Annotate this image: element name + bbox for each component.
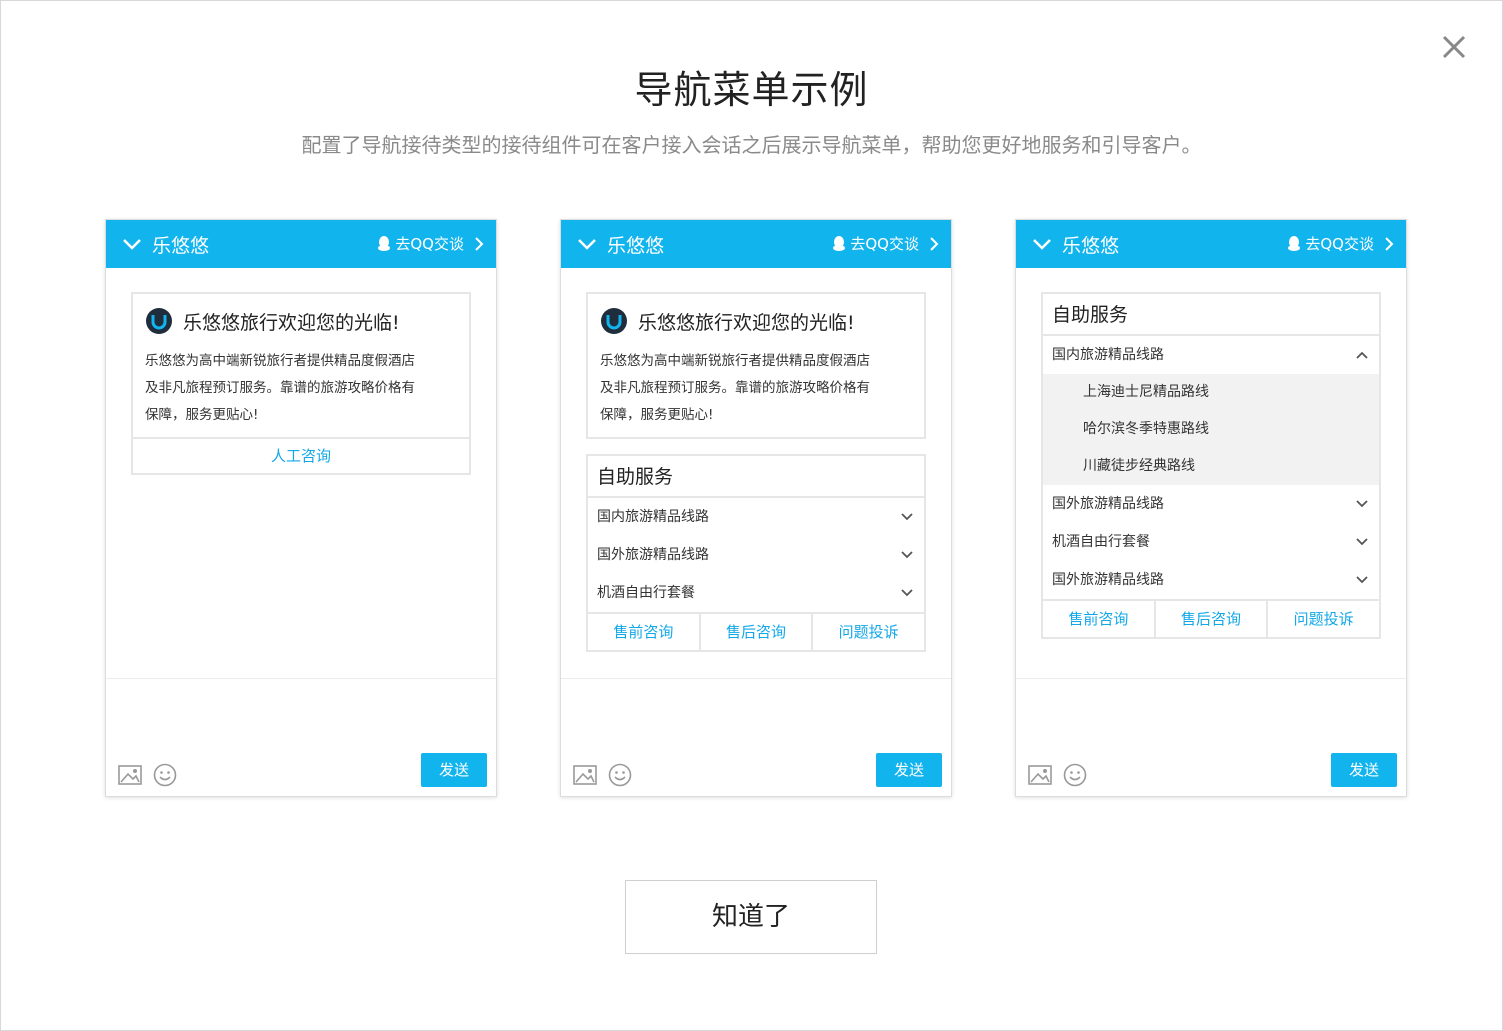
chevron-right-icon [1385,236,1394,251]
qq-icon [378,235,391,251]
chat-header: 乐悠悠 去QQ交谈 [106,220,496,268]
qq-chat-label: 去QQ交谈 [395,235,464,253]
welcome-body-line: 乐悠悠为高中端新锐旅行者提供精品度假酒店 [600,353,870,369]
welcome-title: 乐悠悠旅行欢迎您的光临! [183,311,400,334]
menu-item[interactable]: 机酒自由行套餐 [1043,523,1379,561]
image-icon[interactable] [1028,765,1052,785]
welcome-card: 乐悠悠旅行欢迎您的光临! 乐悠悠为高中端新锐旅行者提供精品度假酒店 及非凡旅程预… [131,292,471,475]
chevron-right-icon [475,236,484,251]
welcome-body-line: 及非凡旅程预订服务。靠谱的旅游攻略价格有 [145,380,415,396]
message-input-area[interactable]: 发送 [1016,678,1406,796]
chevron-down-icon[interactable] [1032,236,1052,252]
navigation-menu-example-dialog: 导航菜单示例 配置了导航接待类型的接待组件可在客户接入会话之后展示导航菜单，帮助… [0,0,1503,1031]
welcome-card: 乐悠悠旅行欢迎您的光临! 乐悠悠为高中端新锐旅行者提供精品度假酒店 及非凡旅程预… [586,292,926,439]
chat-preview-3: 乐悠悠 去QQ交谈 自助服务 国内旅游精品线路 上海迪士尼精品路线 哈尔滨冬季特… [1015,219,1407,797]
qq-chat-label: 去QQ交谈 [850,235,919,253]
menu-title: 自助服务 [588,456,924,498]
chat-preview-2: 乐悠悠 去QQ交谈 乐悠悠旅行欢迎您的光临! 乐悠悠为高中端新锐旅行者提供精品度… [560,219,952,797]
qq-chat-link[interactable]: 去QQ交谈 [377,233,484,254]
message-input-area[interactable]: 发送 [106,678,496,796]
menu-item[interactable]: 机酒自由行套餐 [588,574,924,612]
chat-header: 乐悠悠 去QQ交谈 [561,220,951,268]
submenu-item[interactable]: 川藏徒步经典路线 [1043,448,1379,485]
menu-item-label: 机酒自由行套餐 [1052,534,1150,550]
menu-title: 自助服务 [1043,294,1379,336]
chat-name: 乐悠悠 [607,235,665,257]
chevron-down-icon[interactable] [577,236,597,252]
brand-logo-icon [146,308,172,334]
welcome-body: 乐悠悠为高中端新锐旅行者提供精品度假酒店 及非凡旅程预订服务。靠谱的旅游攻略价格… [145,348,457,429]
chevron-down-icon [901,513,913,521]
menu-item-expanded[interactable]: 国内旅游精品线路 [1043,336,1379,374]
human-consult-link[interactable]: 人工咨询 [133,437,469,473]
menu-item[interactable]: 国外旅游精品线路 [588,536,924,574]
welcome-body-line: 保障，服务更贴心! [145,407,259,423]
menu-item-label: 国外旅游精品线路 [597,547,709,563]
emoji-icon[interactable] [1063,763,1087,787]
welcome-title: 乐悠悠旅行欢迎您的光临! [638,311,855,334]
submenu-item[interactable]: 上海迪士尼精品路线 [1043,374,1379,411]
brand-logo-icon [601,308,627,334]
welcome-body-line: 及非凡旅程预订服务。靠谱的旅游攻略价格有 [600,380,870,396]
send-button[interactable]: 发送 [1331,753,1397,787]
emoji-icon[interactable] [153,763,177,787]
submenu-list: 上海迪士尼精品路线 哈尔滨冬季特惠路线 川藏徒步经典路线 [1043,374,1379,485]
image-icon[interactable] [118,765,142,785]
welcome-body-line: 乐悠悠为高中端新锐旅行者提供精品度假酒店 [145,353,415,369]
chevron-down-icon [1356,576,1368,584]
chevron-up-icon [1356,351,1368,359]
qq-chat-label: 去QQ交谈 [1305,235,1374,253]
chat-header: 乐悠悠 去QQ交谈 [1016,220,1406,268]
chevron-down-icon[interactable] [122,236,142,252]
qq-chat-link[interactable]: 去QQ交谈 [832,233,939,254]
message-input-area[interactable]: 发送 [561,678,951,796]
menu-item[interactable]: 国内旅游精品线路 [588,498,924,536]
chat-name: 乐悠悠 [1062,235,1120,257]
complaint-button[interactable]: 问题投诉 [1266,601,1379,637]
emoji-icon[interactable] [608,763,632,787]
presale-consult-button[interactable]: 售前咨询 [1043,601,1154,637]
image-icon[interactable] [573,765,597,785]
qq-chat-link[interactable]: 去QQ交谈 [1287,233,1394,254]
confirm-button[interactable]: 知道了 [625,880,877,954]
quick-buttons: 售前咨询 售后咨询 问题投诉 [588,612,924,650]
submenu-item[interactable]: 哈尔滨冬季特惠路线 [1043,411,1379,448]
qq-icon [1288,235,1301,251]
menu-item-label: 国外旅游精品线路 [1052,496,1164,512]
menu-item[interactable]: 国外旅游精品线路 [1043,561,1379,599]
menu-item-label: 国内旅游精品线路 [1052,347,1164,363]
self-service-menu: 自助服务 国内旅游精品线路 国外旅游精品线路 机酒自由行套餐 售前咨询 售后咨询… [586,454,926,652]
chevron-down-icon [901,589,913,597]
menu-item-label: 国外旅游精品线路 [1052,572,1164,588]
chevron-down-icon [1356,538,1368,546]
send-button[interactable]: 发送 [876,753,942,787]
chevron-right-icon [930,236,939,251]
send-button[interactable]: 发送 [421,753,487,787]
menu-item-label: 机酒自由行套餐 [597,585,695,601]
dialog-subtitle: 配置了导航接待类型的接待组件可在客户接入会话之后展示导航菜单，帮助您更好地服务和… [301,133,1202,157]
aftersale-consult-button[interactable]: 售后咨询 [1153,601,1267,637]
chat-preview-1: 乐悠悠 去QQ交谈 乐悠悠旅行欢迎您的光临! 乐悠悠为高中端新锐旅行者提供精品度… [105,219,497,797]
menu-item-label: 国内旅游精品线路 [597,509,709,525]
chevron-down-icon [901,551,913,559]
self-service-menu-expanded: 自助服务 国内旅游精品线路 上海迪士尼精品路线 哈尔滨冬季特惠路线 川藏徒步经典… [1041,292,1381,639]
presale-consult-button[interactable]: 售前咨询 [588,614,699,650]
chevron-down-icon [1356,500,1368,508]
welcome-body: 乐悠悠为高中端新锐旅行者提供精品度假酒店 及非凡旅程预订服务。靠谱的旅游攻略价格… [600,348,912,429]
chat-name: 乐悠悠 [152,235,210,257]
complaint-button[interactable]: 问题投诉 [811,614,924,650]
menu-item[interactable]: 国外旅游精品线路 [1043,485,1379,523]
quick-buttons: 售前咨询 售后咨询 问题投诉 [1043,599,1379,637]
qq-icon [833,235,846,251]
welcome-body-line: 保障，服务更贴心! [600,407,714,423]
dialog-title: 导航菜单示例 [634,68,869,112]
aftersale-consult-button[interactable]: 售后咨询 [698,614,812,650]
